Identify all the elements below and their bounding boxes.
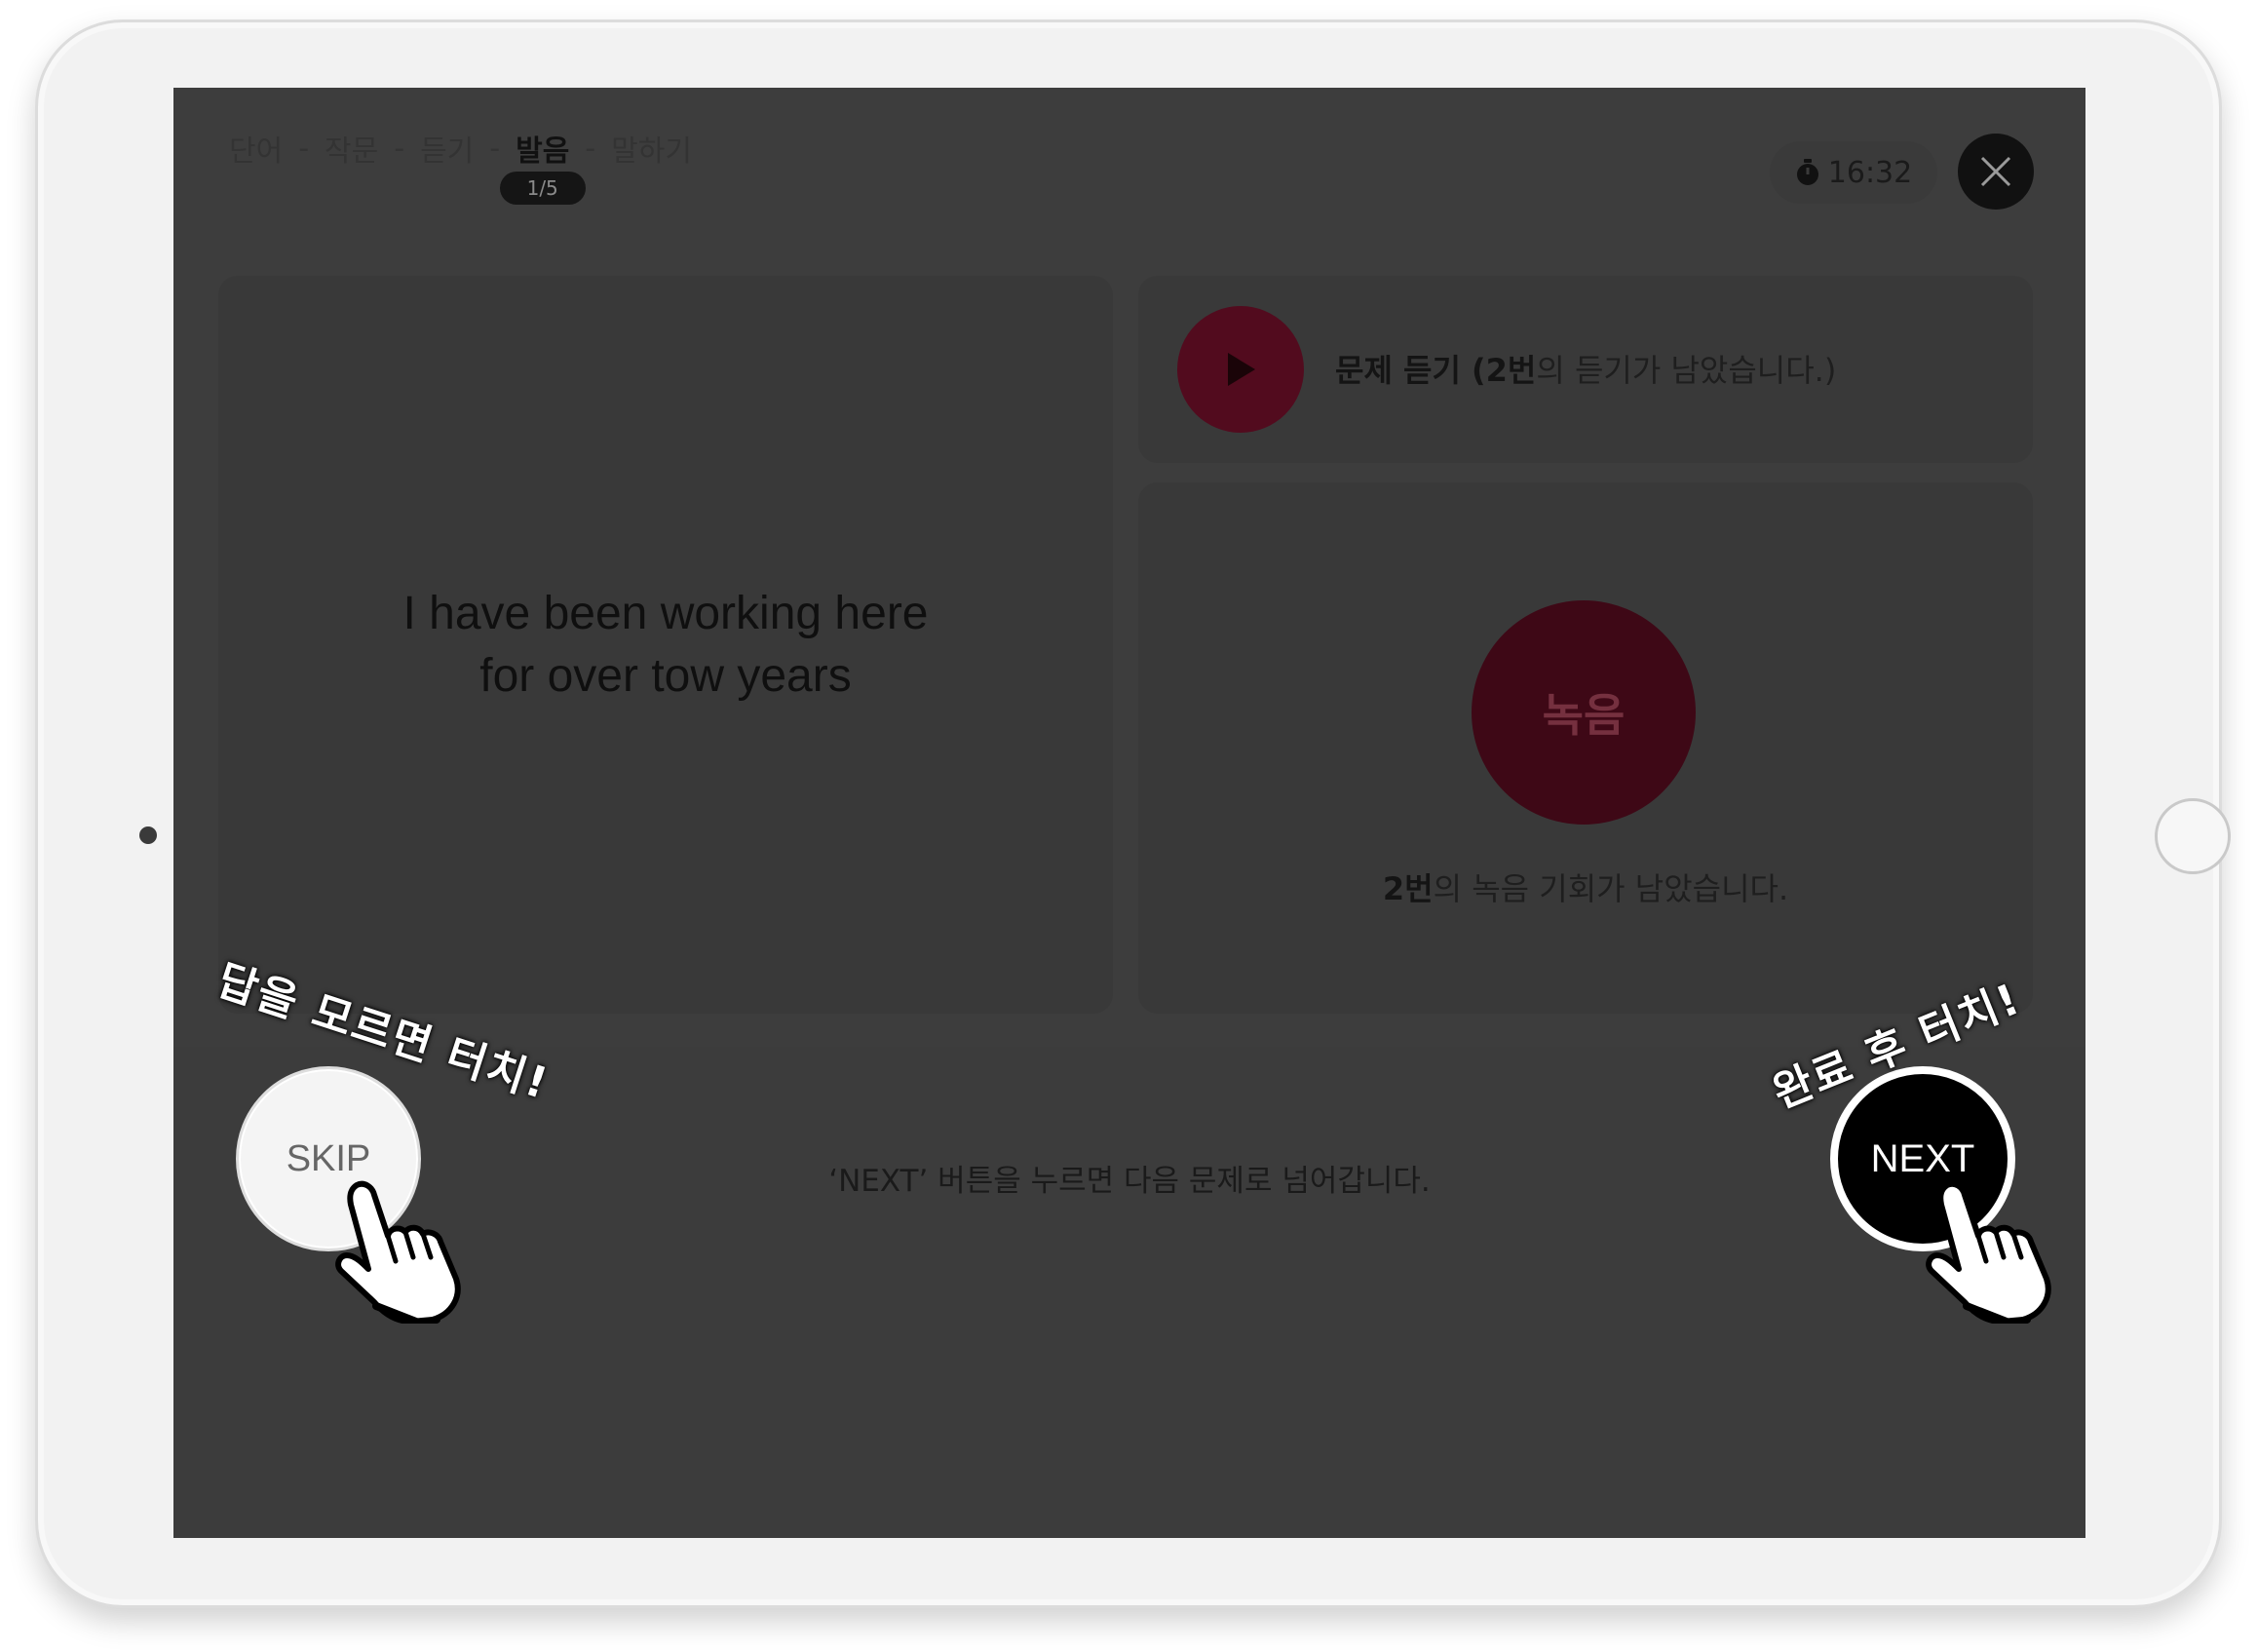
step-navigation: 단어 - 작문 - 듣기 - 발음 1/5 - 말하기 <box>229 127 692 205</box>
close-icon <box>1980 156 2011 187</box>
step-separator: - <box>298 131 310 166</box>
pointing-hand-icon <box>335 1180 461 1324</box>
listen-remaining-text: 문제 듣기 (2번의 듣기가 남았습니다.) <box>1335 346 1836 391</box>
step-counter-badge: 1/5 <box>499 172 586 205</box>
sentence-line-1: I have been working here <box>402 587 929 639</box>
record-panel: 녹음 2번의 녹음 기회가 남았습니다. <box>1138 482 2033 1014</box>
close-button[interactable] <box>1958 134 2034 210</box>
target-sentence: I have been working here for over tow ye… <box>402 583 928 708</box>
step-pronunciation[interactable]: 발음 <box>516 134 569 169</box>
camera-dot <box>139 826 157 844</box>
step-word[interactable]: 단어 <box>229 127 283 170</box>
step-separator: - <box>489 131 501 166</box>
listen-panel: 문제 듣기 (2번의 듣기가 남았습니다.) <box>1138 276 2033 463</box>
step-pronunciation-wrap: 발음 1/5 <box>499 127 586 205</box>
step-composition[interactable]: 작문 <box>325 127 378 170</box>
listen-label-rest: 의 듣기가 남았습니다.) <box>1536 352 1837 389</box>
record-remaining-bold: 2번 <box>1382 870 1434 907</box>
home-button[interactable] <box>2155 798 2231 874</box>
sentence-line-2: for over tow years <box>479 649 852 702</box>
app-screen: 단어 - 작문 - 듣기 - 발음 1/5 - 말하기 16:32 I have… <box>173 88 2085 1538</box>
timer: 16:32 <box>1770 141 1937 204</box>
sentence-panel: I have been working here for over tow ye… <box>218 276 1113 1014</box>
step-separator: - <box>394 131 405 166</box>
play-button[interactable] <box>1177 306 1304 433</box>
play-icon <box>1228 353 1255 386</box>
record-button[interactable]: 녹음 <box>1472 600 1696 825</box>
step-separator: - <box>585 131 596 166</box>
record-remaining-text: 2번의 녹음 기회가 남았습니다. <box>1138 864 2033 909</box>
step-speaking[interactable]: 말하기 <box>611 127 692 170</box>
pointing-hand-icon <box>1926 1180 2051 1324</box>
record-remaining-rest: 의 녹음 기회가 남았습니다. <box>1433 870 1789 907</box>
listen-label-bold: 문제 듣기 (2번 <box>1335 352 1537 389</box>
timer-value: 16:32 <box>1827 155 1913 190</box>
step-listening[interactable]: 듣기 <box>420 127 474 170</box>
stopwatch-icon <box>1796 159 1818 185</box>
